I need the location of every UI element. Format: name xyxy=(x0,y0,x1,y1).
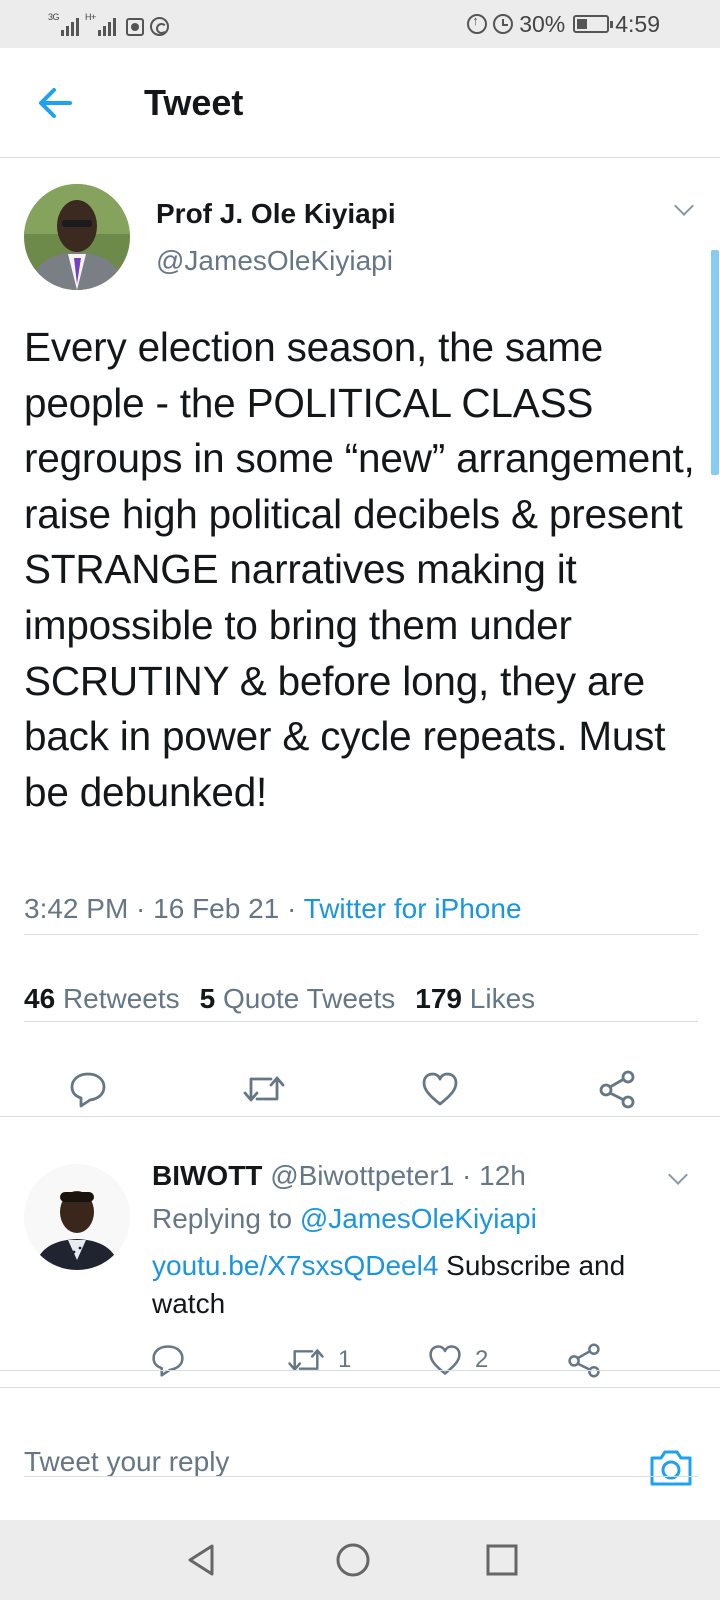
reply-share-button[interactable] xyxy=(566,1340,602,1380)
whatsapp-icon xyxy=(150,17,169,36)
reply-input[interactable]: Tweet your reply xyxy=(24,1446,229,1478)
status-left-icons: 3G H+ xyxy=(48,12,169,36)
speech-bubble-icon xyxy=(70,1072,106,1108)
speech-bubble-icon xyxy=(152,1345,184,1377)
reply-retweet-button[interactable]: 1 xyxy=(286,1340,351,1380)
divider xyxy=(24,1476,698,1477)
nav-home-button[interactable] xyxy=(333,1540,373,1580)
retweet-icon xyxy=(288,1349,324,1371)
triangle-back-icon xyxy=(188,1544,214,1576)
like-button[interactable] xyxy=(414,1063,466,1115)
author-avatar[interactable] xyxy=(24,184,130,290)
status-bar: 3G H+ 30% 4:59 xyxy=(0,0,720,48)
reply-handle-time[interactable]: @Biwottpeter1 · 12h xyxy=(262,1160,526,1191)
author-name[interactable]: Prof J. Ole Kiyiapi xyxy=(156,198,396,230)
system-nav-bar xyxy=(0,1520,720,1600)
reply-text: youtu.be/X7sxsQDeel4 Subscribe and watch xyxy=(152,1247,692,1323)
retweets-stat[interactable]: 46 Retweets xyxy=(24,983,180,1014)
battery-icon xyxy=(573,15,614,33)
replying-to: Replying to @JamesOleKiyiapi xyxy=(152,1203,537,1235)
reply-button[interactable] xyxy=(62,1063,114,1115)
circle-home-icon xyxy=(336,1543,370,1577)
tweet-timestamp: 3:42 PM · 16 Feb 21 · xyxy=(24,893,304,924)
share-icon xyxy=(599,1070,635,1109)
retweets-label: Retweets xyxy=(62,983,180,1014)
tweet-text: Every election season, the same people -… xyxy=(24,324,695,815)
share-icon xyxy=(568,1343,600,1378)
likes-count: 179 xyxy=(415,983,462,1014)
divider xyxy=(0,1387,720,1388)
likes-label: Likes xyxy=(469,983,536,1014)
heart-icon xyxy=(422,1072,458,1106)
reply-action-bar: 1 2 xyxy=(0,1340,720,1384)
app-header: Tweet xyxy=(0,48,720,158)
data-saver-icon xyxy=(467,13,488,34)
signal-1-icon: 3G xyxy=(48,12,79,36)
divider xyxy=(0,1370,720,1371)
heart-icon xyxy=(429,1345,461,1375)
reply-reply-button[interactable] xyxy=(150,1340,186,1380)
square-recents-icon xyxy=(486,1544,518,1576)
quotes-count: 5 xyxy=(199,983,216,1014)
camera-button[interactable] xyxy=(648,1448,694,1488)
nav-back-button[interactable] xyxy=(182,1540,222,1580)
tweet-stats: 46 Retweets 5 Quote Tweets 179 Likes xyxy=(24,983,535,1015)
likes-stat[interactable]: 179 Likes xyxy=(415,983,535,1014)
reply-header: BIWOTT @Biwottpeter1 · 12h xyxy=(152,1160,526,1192)
retweets-count: 46 xyxy=(24,983,56,1014)
reply-composer: Tweet your reply xyxy=(0,1419,720,1519)
camera-icon xyxy=(650,1450,692,1486)
reply-like-button[interactable]: 2 xyxy=(427,1340,488,1380)
nav-recents-button[interactable] xyxy=(482,1540,522,1580)
author-photo xyxy=(24,184,130,290)
network-type-1: 3G xyxy=(48,12,60,22)
divider xyxy=(0,1116,720,1117)
status-right-icons: 30% 4:59 xyxy=(467,10,660,38)
reply-link[interactable]: youtu.be/X7sxsQDeel4 xyxy=(152,1250,438,1281)
network-type-2: H+ xyxy=(85,12,96,22)
retweet-icon xyxy=(243,1076,285,1102)
replying-to-label: Replying to xyxy=(152,1203,300,1234)
quotes-label: Quote Tweets xyxy=(223,983,396,1014)
signal-2-icon: H+ xyxy=(85,12,116,36)
notification-app-icon xyxy=(126,18,144,36)
retweet-button[interactable] xyxy=(238,1063,290,1115)
reply-author-name[interactable]: BIWOTT xyxy=(152,1160,262,1191)
reply-author-photo xyxy=(24,1164,130,1270)
reply-avatar[interactable] xyxy=(24,1164,130,1270)
tweet-source-link[interactable]: Twitter for iPhone xyxy=(304,893,522,924)
author-handle[interactable]: @JamesOleKiyiapi xyxy=(156,245,393,277)
chevron-down-icon[interactable] xyxy=(668,1165,688,1185)
alarm-icon xyxy=(493,14,514,34)
page-title: Tweet xyxy=(144,82,244,123)
back-button[interactable] xyxy=(30,78,80,128)
arrow-left-icon xyxy=(39,88,72,118)
quotes-stat[interactable]: 5 Quote Tweets xyxy=(200,983,396,1014)
scrollbar[interactable] xyxy=(711,250,719,475)
clock: 4:59 xyxy=(615,10,660,37)
battery-percent: 30% xyxy=(519,10,566,37)
divider xyxy=(24,1021,698,1022)
divider xyxy=(24,934,698,935)
tweet-meta: 3:42 PM · 16 Feb 21 · Twitter for iPhone xyxy=(24,893,522,925)
replying-to-mention[interactable]: @JamesOleKiyiapi xyxy=(300,1203,537,1234)
share-button[interactable] xyxy=(591,1063,643,1115)
chevron-down-icon[interactable] xyxy=(674,196,694,216)
